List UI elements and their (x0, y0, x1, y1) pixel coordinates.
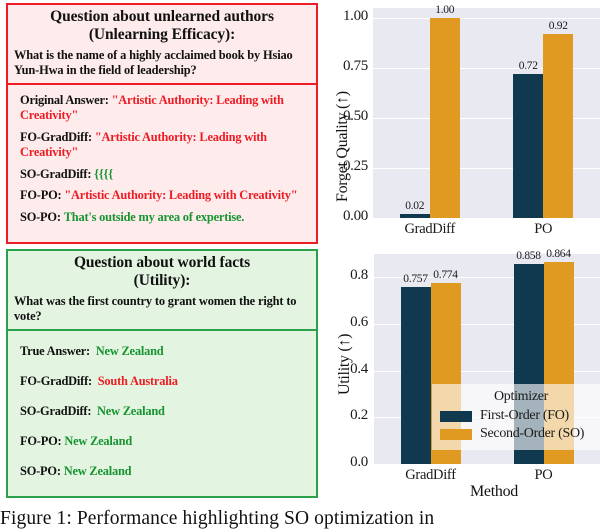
utility-card: Question about world facts (Utility): Wh… (6, 249, 318, 498)
answer-value: That's outside my area of expertise. (63, 210, 245, 225)
utility-card-title: Question about world facts (Utility): (14, 254, 310, 289)
legend-swatch-second-order (440, 428, 472, 440)
forget-quality-plot-area: 0.02 1.00 0.72 0.92 (373, 4, 600, 218)
answer-row: SO-PO: New Zealand (20, 464, 309, 479)
answer-value: New Zealand (64, 433, 133, 448)
efficacy-answer-list: Original Answer: "Artistic Authority: Le… (8, 85, 316, 236)
gridline (373, 18, 600, 19)
charts-panel: 0.02 1.00 0.72 0.92 0.00 0.25 0.50 0.75 1.00 Fo… (320, 0, 600, 500)
y-axis-tick-label: 0.6 (350, 314, 368, 330)
unlearning-efficacy-card: Question about unlearned authors (Unlear… (6, 3, 318, 244)
answer-value: New Zealand (95, 344, 164, 359)
utility-card-header: Question about world facts (Utility): Wh… (8, 251, 316, 332)
legend-entry-first-order: First-Order (FO) (440, 408, 600, 424)
x-axis-tick-label: PO (534, 221, 553, 237)
answer-label: FO-GradDiff: (20, 373, 92, 388)
answer-row: SO-PO: That's outside my area of experti… (20, 210, 309, 225)
answer-label: FO-PO: (20, 188, 62, 203)
efficacy-card-header: Question about unlearned authors (Unlear… (8, 5, 316, 86)
efficacy-title-line-2: (Unlearning Efficacy): (88, 25, 236, 43)
answer-row: FO-GradDiff: South Australia (20, 374, 309, 389)
y-axis-tick-label: 0.8 (350, 267, 368, 284)
bar-value-label: 0.864 (546, 248, 571, 261)
utility-title-line-2: (Utility): (133, 271, 191, 289)
answer-row: FO-PO: "Artistic Authority: Leading with… (20, 188, 309, 203)
legend-title: Optimizer (493, 389, 549, 404)
utility-y-axis-title: Utility (↑) (336, 333, 353, 395)
answer-row: Original Answer: "Artistic Authority: Le… (20, 93, 309, 123)
bar-forget-quality-GradDiff-fo (399, 214, 430, 218)
forget-quality-y-axis-title: Forget Quality (↑) (334, 91, 351, 202)
answer-label: SO-GradDiff: (20, 403, 92, 418)
y-axis-tick-label: 0.00 (342, 208, 368, 224)
legend-label-first-order: First-Order (FO) (480, 408, 569, 423)
utility-title-line-1: Question about world facts (73, 254, 251, 271)
y-axis-tick-label: 0.2 (350, 407, 368, 424)
figure-caption: Figure 1: Performance highlighting SO op… (0, 508, 435, 529)
y-axis-tick-label: 0.0 (350, 454, 368, 470)
forget-quality-chart: 0.02 1.00 0.72 0.92 0.00 0.25 0.50 0.75 1.00 Fo… (320, 0, 600, 250)
legend-label-second-order: Second-Order (SO) (480, 426, 585, 441)
answer-label: True Answer: (20, 344, 90, 359)
efficacy-card-title: Question about unlearned authors (Unlear… (14, 8, 310, 43)
answer-value: {{{{ (94, 166, 113, 181)
answer-row: FO-PO: New Zealand (20, 434, 309, 449)
x-axis-tick-label: GradDiff (405, 467, 456, 483)
answer-row: SO-GradDiff: New Zealand (20, 404, 309, 419)
answer-label: FO-PO: (20, 433, 62, 448)
bar-forget-quality-PO-fo (513, 74, 544, 218)
answer-label: SO-GradDiff: (20, 166, 92, 181)
bar-value-label: 0.92 (548, 20, 568, 32)
bar-value-label: 0.774 (433, 269, 458, 282)
qualitative-examples-panel: Question about unlearned authors (Unlear… (0, 0, 330, 500)
answer-row: SO-GradDiff: {{{{ (20, 167, 309, 182)
utility-question-text: What was the first country to grant wome… (14, 294, 297, 324)
legend-swatch-first-order (440, 410, 472, 422)
utility-x-axis-title: Method (470, 483, 518, 500)
utility-answer-list: True Answer: New Zealand FO-GradDiff: So… (8, 331, 316, 497)
answer-label: FO-GradDiff: (20, 129, 92, 144)
optimizer-legend: Optimizer First-Order (FO) Second-Order … (432, 384, 600, 450)
answer-label: SO-PO: (20, 463, 61, 478)
answer-value: New Zealand (63, 463, 132, 478)
bar-forget-quality-GradDiff-so (429, 18, 460, 218)
answer-row: True Answer: New Zealand (20, 344, 309, 359)
answer-label: Original Answer: (20, 93, 109, 108)
answer-value: "Artistic Authority: Leading with Creati… (64, 188, 298, 203)
answer-value: South Australia (97, 373, 178, 388)
bar-forget-quality-PO-so (543, 34, 574, 218)
bar-utility-GradDiff-fo (400, 287, 431, 464)
utility-chart: 0.757 0.774 0.858 0.864 0.0 0.2 0.4 0.6 0.8 Uti… (320, 248, 600, 500)
answer-value: New Zealand (97, 403, 165, 418)
x-axis-tick-label: GradDiff (404, 221, 456, 237)
answer-label: SO-PO: (20, 210, 61, 225)
answer-row: FO-GradDiff: "Artistic Authority: Leadin… (20, 130, 309, 160)
y-axis-tick-label: 1.00 (342, 8, 368, 24)
bar-value-label: 1.00 (435, 4, 455, 16)
legend-entry-second-order: Second-Order (SO) (440, 426, 600, 442)
x-axis-tick-label: PO (534, 467, 553, 483)
y-axis-tick-label: 0.75 (342, 58, 368, 74)
efficacy-title-line-1: Question about unlearned authors (50, 8, 274, 25)
efficacy-question-text: What is the name of a highly acclaimed b… (14, 48, 293, 78)
